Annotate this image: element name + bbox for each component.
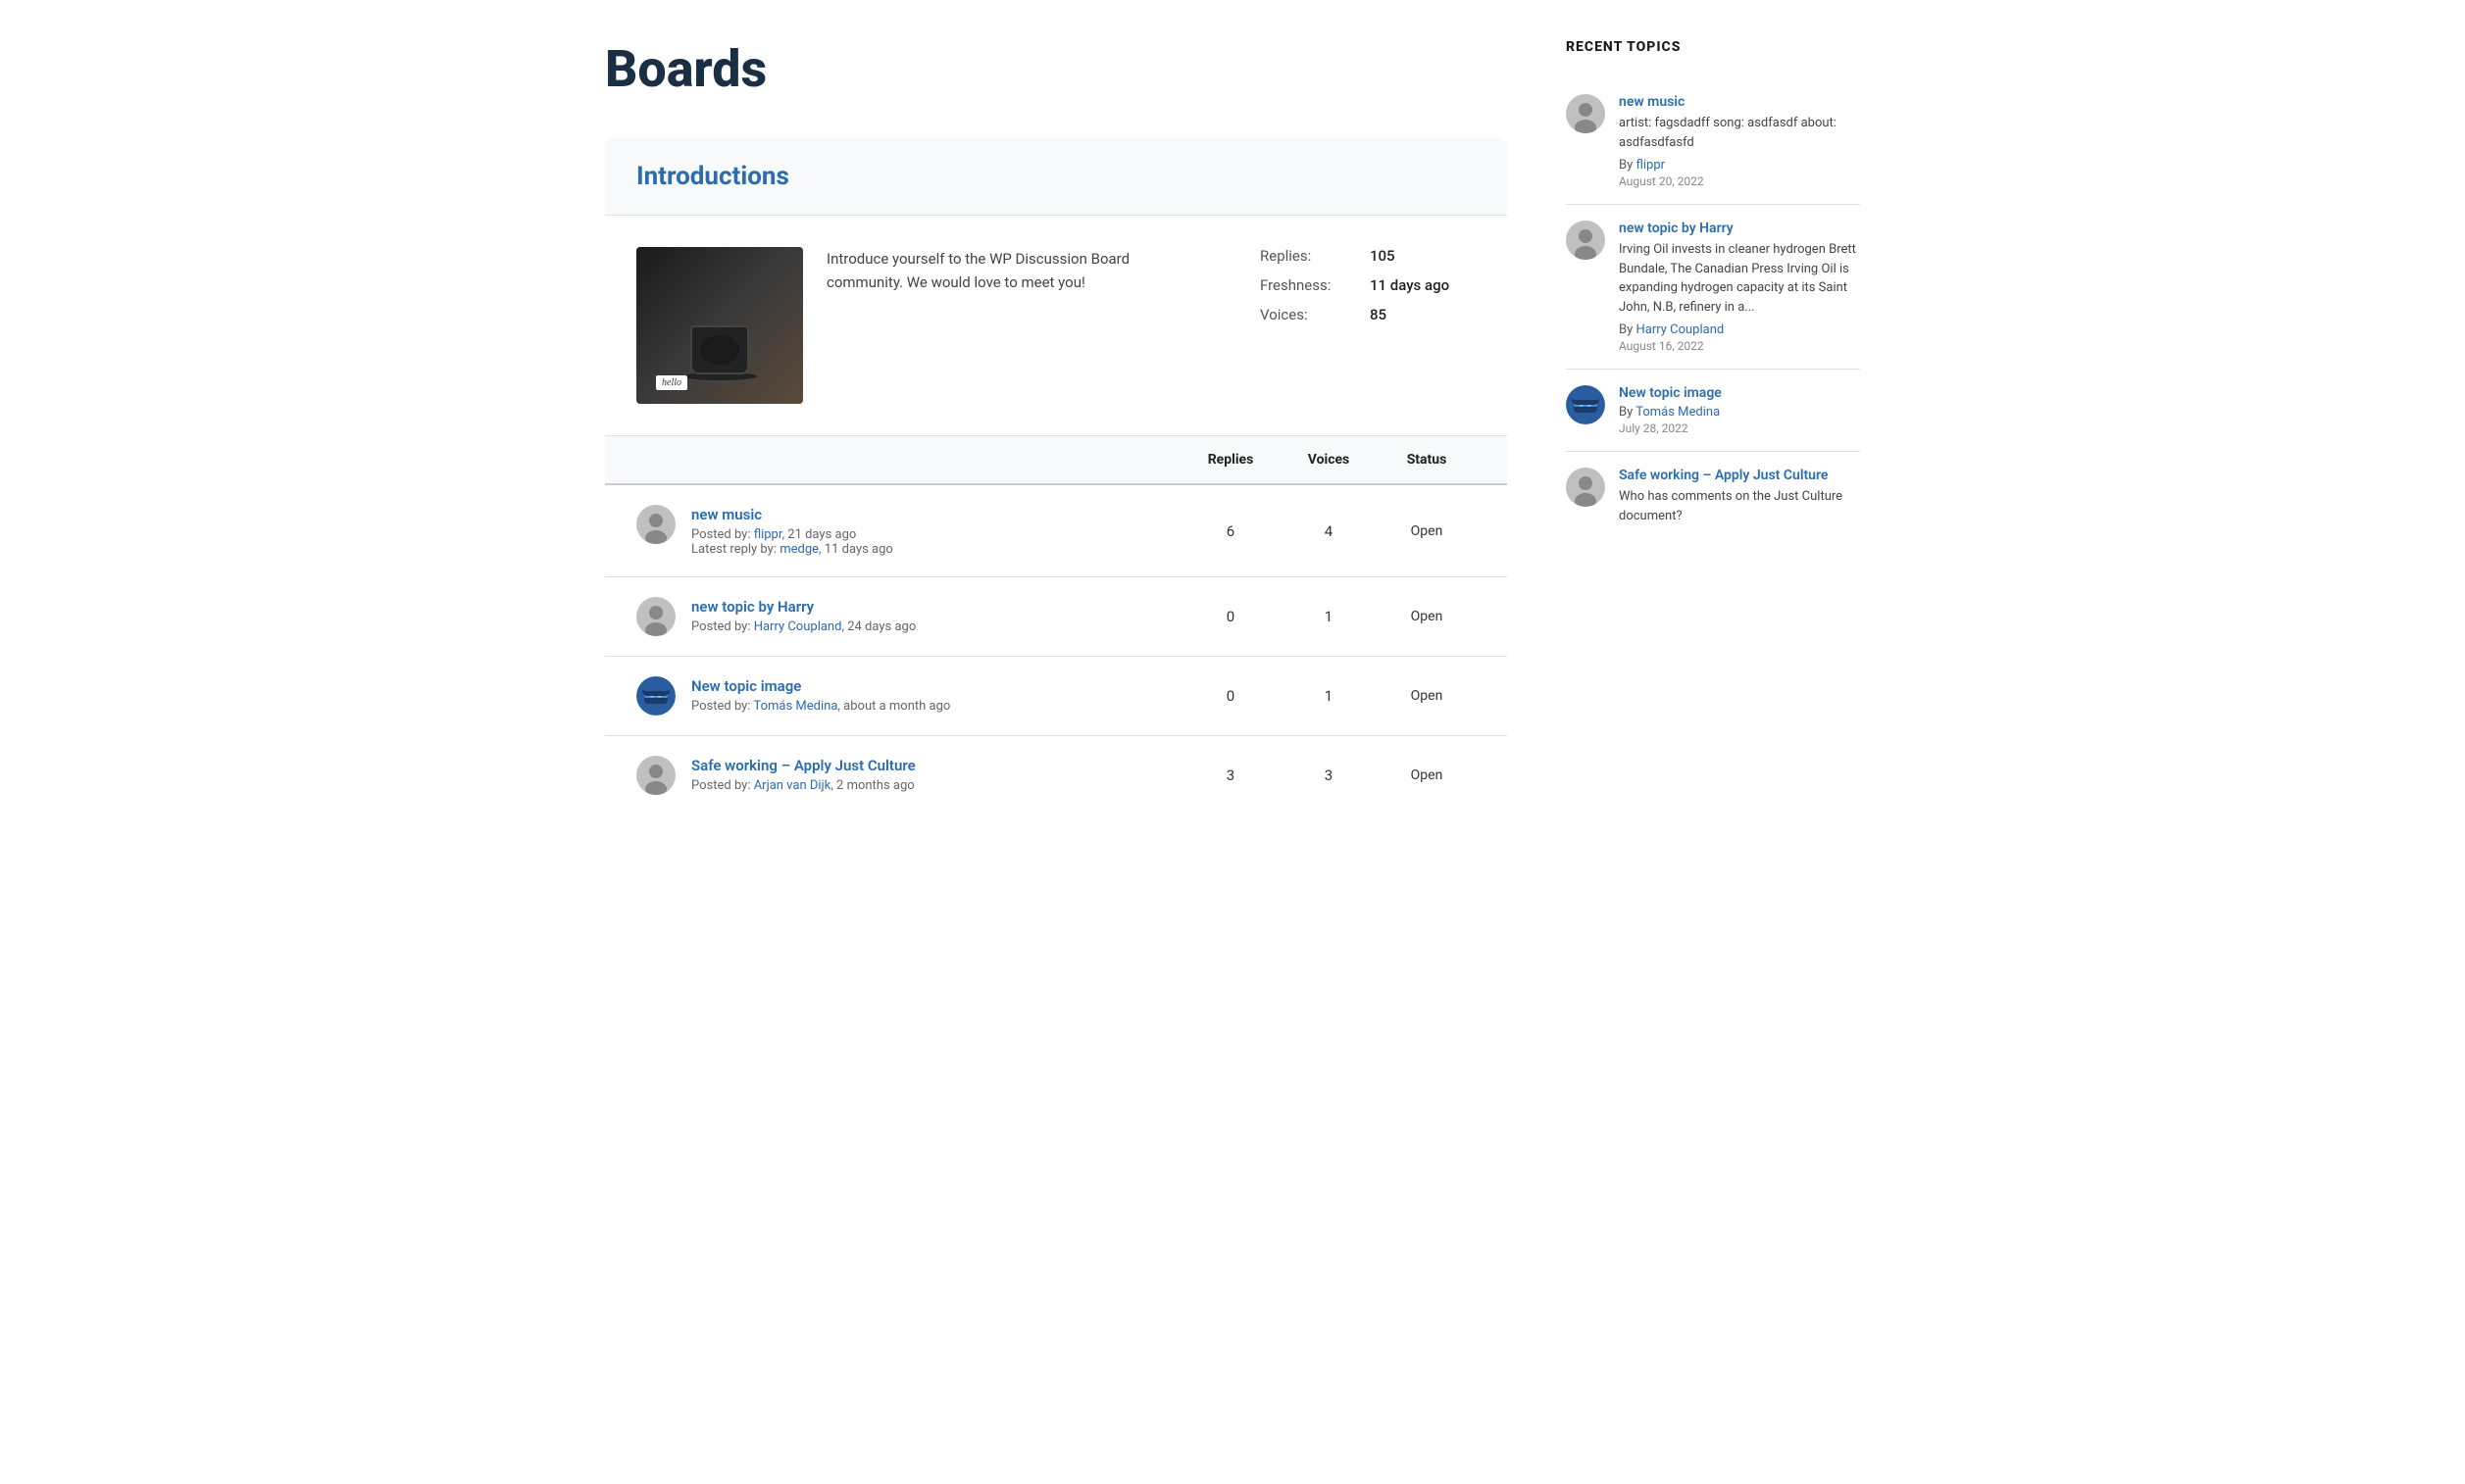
sidebar: RECENT TOPICS new music artist: fagsdadf… bbox=[1566, 39, 1860, 815]
sidebar-avatar bbox=[1566, 385, 1605, 424]
recent-topic-title[interactable]: Safe working – Apply Just Culture bbox=[1619, 468, 1860, 483]
avatar bbox=[636, 756, 676, 795]
topic-voices: 1 bbox=[1280, 687, 1378, 705]
avatar bbox=[636, 676, 676, 716]
topic-left: New topic image Posted by: Tomás Medina,… bbox=[636, 676, 1182, 716]
recent-topic-content: new music artist: fagsdadff song: asdfas… bbox=[1619, 94, 1860, 188]
recent-topic-date: July 28, 2022 bbox=[1619, 421, 1722, 435]
recent-topic-by: By Harry Coupland bbox=[1619, 322, 1860, 337]
voices-label: Voices: bbox=[1260, 306, 1358, 323]
recent-topic-excerpt: Who has comments on the Just Culture doc… bbox=[1619, 487, 1860, 525]
topic-replies: 6 bbox=[1182, 522, 1280, 540]
recent-topic-item: Safe working – Apply Just Culture Who ha… bbox=[1566, 452, 1860, 547]
recent-topic-title[interactable]: new music bbox=[1619, 94, 1860, 110]
recent-topic-excerpt: artist: fagsdadff song: asdfasdf about: … bbox=[1619, 114, 1860, 152]
topic-meta: Posted by: Harry Coupland, 24 days ago bbox=[691, 619, 916, 634]
freshness-value: 11 days ago bbox=[1370, 276, 1449, 294]
topic-title[interactable]: New topic image bbox=[691, 677, 801, 695]
avatar bbox=[636, 505, 676, 544]
topic-status: Open bbox=[1378, 609, 1476, 624]
recent-topic-by: By Tomás Medina bbox=[1619, 405, 1722, 420]
topic-status: Open bbox=[1378, 767, 1476, 783]
board-desc-text: Introduce yourself to the WP Discussion … bbox=[827, 247, 1236, 404]
recent-topic-content: new topic by Harry Irving Oil invests in… bbox=[1619, 221, 1860, 353]
board-header: Introductions bbox=[605, 138, 1507, 216]
replies-label: Replies: bbox=[1260, 247, 1358, 265]
page-title: Boards bbox=[605, 39, 1507, 99]
topic-title[interactable]: new topic by Harry bbox=[691, 598, 814, 616]
table-row: New topic image Posted by: Tomás Medina,… bbox=[605, 657, 1507, 736]
topic-left: new topic by Harry Posted by: Harry Coup… bbox=[636, 597, 1182, 636]
topic-title[interactable]: Safe working – Apply Just Culture bbox=[691, 757, 916, 774]
sidebar-avatar bbox=[1566, 468, 1605, 507]
topic-info: new music Posted by: flippr, 21 days ago… bbox=[691, 505, 893, 557]
avatar bbox=[636, 597, 676, 636]
topic-meta: Posted by: Arjan van Dijk, 2 months ago bbox=[691, 778, 916, 793]
main-content: Boards Introductions hello Introduce you… bbox=[605, 39, 1507, 815]
topic-replies: 0 bbox=[1182, 687, 1280, 705]
stat-voices: Voices: 85 bbox=[1260, 306, 1476, 323]
topic-replies: 3 bbox=[1182, 767, 1280, 784]
board-title: Introductions bbox=[636, 162, 1476, 191]
stat-replies: Replies: 105 bbox=[1260, 247, 1476, 265]
recent-topic-date: August 20, 2022 bbox=[1619, 174, 1860, 188]
sidebar-avatar bbox=[1566, 94, 1605, 133]
topic-voices: 4 bbox=[1280, 522, 1378, 540]
topic-status: Open bbox=[1378, 523, 1476, 539]
recent-topic-item: new topic by Harry Irving Oil invests in… bbox=[1566, 205, 1860, 370]
col-voices: Voices bbox=[1280, 452, 1378, 468]
board-section: Introductions hello Introduce yourself t… bbox=[605, 138, 1507, 815]
col-topic bbox=[636, 452, 1182, 468]
table-row: new topic by Harry Posted by: Harry Coup… bbox=[605, 577, 1507, 657]
col-status: Status bbox=[1378, 452, 1476, 468]
recent-topic-item: New topic image By Tomás Medina July 28,… bbox=[1566, 370, 1860, 452]
recent-topics-list: new music artist: fagsdadff song: asdfas… bbox=[1566, 78, 1860, 547]
table-row: new music Posted by: flippr, 21 days ago… bbox=[605, 485, 1507, 577]
topic-info: new topic by Harry Posted by: Harry Coup… bbox=[691, 597, 916, 634]
topic-left: Safe working – Apply Just Culture Posted… bbox=[636, 756, 1182, 795]
topic-voices: 1 bbox=[1280, 608, 1378, 625]
table-row: Safe working – Apply Just Culture Posted… bbox=[605, 736, 1507, 815]
freshness-label: Freshness: bbox=[1260, 276, 1358, 294]
recent-topic-content: Safe working – Apply Just Culture Who ha… bbox=[1619, 468, 1860, 531]
board-description: hello Introduce yourself to the WP Discu… bbox=[605, 216, 1507, 436]
topic-left: new music Posted by: flippr, 21 days ago… bbox=[636, 505, 1182, 557]
recent-topic-content: New topic image By Tomás Medina July 28,… bbox=[1619, 385, 1722, 435]
stat-freshness: Freshness: 11 days ago bbox=[1260, 276, 1476, 294]
recent-topic-item: new music artist: fagsdadff song: asdfas… bbox=[1566, 78, 1860, 205]
topic-meta: Posted by: flippr, 21 days agoLatest rep… bbox=[691, 527, 893, 557]
topic-info: New topic image Posted by: Tomás Medina,… bbox=[691, 676, 950, 714]
board-image: hello bbox=[636, 247, 803, 404]
recent-topic-date: August 16, 2022 bbox=[1619, 339, 1860, 353]
topics-table-header: Replies Voices Status bbox=[605, 436, 1507, 485]
topic-info: Safe working – Apply Just Culture Posted… bbox=[691, 756, 916, 793]
board-description-text: Introduce yourself to the WP Discussion … bbox=[827, 247, 1199, 294]
recent-topic-excerpt: Irving Oil invests in cleaner hydrogen B… bbox=[1619, 240, 1860, 317]
voices-value: 85 bbox=[1370, 306, 1386, 323]
col-replies: Replies bbox=[1182, 452, 1280, 468]
topic-meta: Posted by: Tomás Medina, about a month a… bbox=[691, 699, 950, 714]
topic-status: Open bbox=[1378, 688, 1476, 704]
recent-topic-title[interactable]: New topic image bbox=[1619, 385, 1722, 401]
sidebar-title: RECENT TOPICS bbox=[1566, 39, 1860, 55]
sidebar-avatar bbox=[1566, 221, 1605, 260]
topic-title[interactable]: new music bbox=[691, 506, 762, 523]
recent-topic-title[interactable]: new topic by Harry bbox=[1619, 221, 1860, 236]
topics-list: new music Posted by: flippr, 21 days ago… bbox=[605, 485, 1507, 815]
topic-replies: 0 bbox=[1182, 608, 1280, 625]
topic-voices: 3 bbox=[1280, 767, 1378, 784]
board-stats: Replies: 105 Freshness: 11 days ago Voic… bbox=[1260, 247, 1476, 404]
replies-value: 105 bbox=[1370, 247, 1395, 265]
recent-topic-by: By flippr bbox=[1619, 158, 1860, 173]
